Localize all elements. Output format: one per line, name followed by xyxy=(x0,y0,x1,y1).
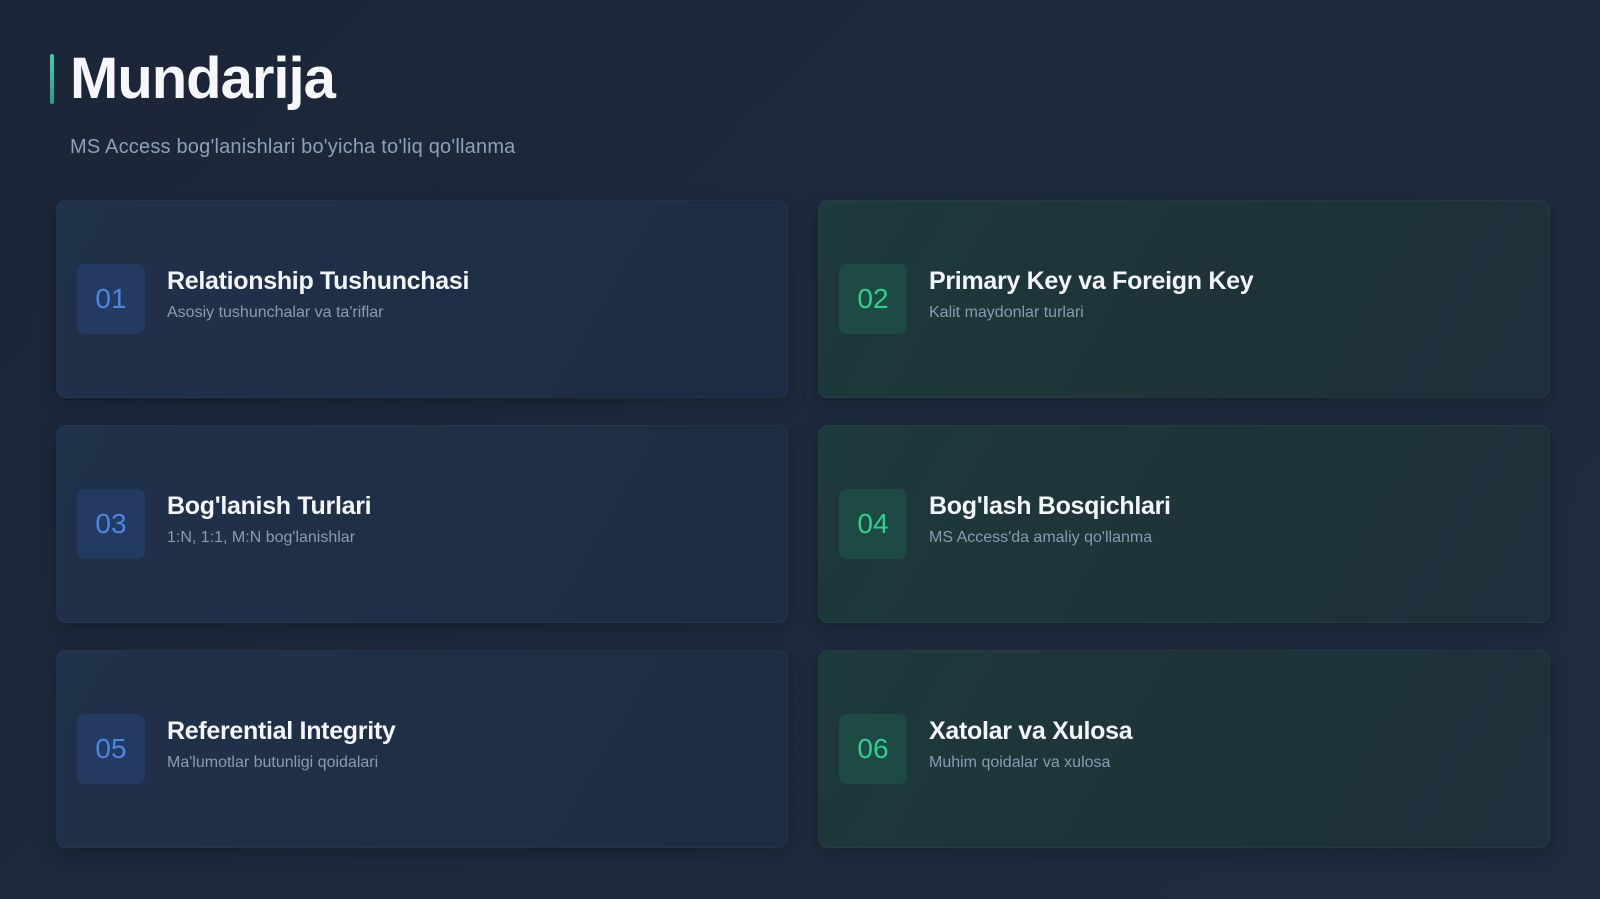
card-description: Asosiy tushunchalar va ta'riflar xyxy=(167,304,384,321)
number-badge: 03 xyxy=(77,489,145,559)
card-text: Bog'lanish Turlari 1:N, 1:1, M:N bog'lan… xyxy=(167,490,372,548)
contents-card-06[interactable]: 06 Xatolar va Xulosa Muhim qoidalar va x… xyxy=(818,650,1550,848)
card-title: Referential Integrity xyxy=(167,717,396,745)
card-title: Primary Key va Foreign Key xyxy=(929,267,1254,295)
page-title: Mundarija xyxy=(70,46,336,111)
contents-card-03[interactable]: 03 Bog'lanish Turlari 1:N, 1:1, M:N bog'… xyxy=(56,425,788,623)
number-badge: 05 xyxy=(77,714,145,784)
number-badge: 04 xyxy=(839,489,907,559)
contents-card-02[interactable]: 02 Primary Key va Foreign Key Kalit mayd… xyxy=(818,200,1550,398)
number-badge: 06 xyxy=(839,714,907,784)
contents-card-05[interactable]: 05 Referential Integrity Ma'lumotlar but… xyxy=(56,650,788,848)
card-title: Bog'lanish Turlari xyxy=(167,492,372,520)
card-description: Ma'lumotlar butunligi qoidalari xyxy=(167,754,379,771)
card-title: Bog'lash Bosqichlari xyxy=(929,492,1171,520)
contents-card-01[interactable]: 01 Relationship Tushunchasi Asosiy tushu… xyxy=(56,200,788,398)
number-badge: 02 xyxy=(839,264,907,334)
card-description: 1:N, 1:1, M:N bog'lanishlar xyxy=(167,529,356,546)
card-text: Xatolar va Xulosa Muhim qoidalar va xulo… xyxy=(929,715,1133,773)
contents-grid: 01 Relationship Tushunchasi Asosiy tushu… xyxy=(56,200,1550,848)
header: Mundarija MS Access bog'lanishlari bo'yi… xyxy=(50,44,516,159)
title-accent-bar xyxy=(50,54,54,104)
card-description: Kalit maydonlar turlari xyxy=(929,304,1084,321)
card-title: Relationship Tushunchasi xyxy=(167,267,470,295)
card-description: MS Access'da amaliy qo'llanma xyxy=(929,529,1153,546)
card-text: Referential Integrity Ma'lumotlar butunl… xyxy=(167,715,396,773)
card-description: Muhim qoidalar va xulosa xyxy=(929,754,1111,771)
card-text: Primary Key va Foreign Key Kalit maydonl… xyxy=(929,265,1254,323)
page-subtitle: MS Access bog'lanishlari bo'yicha to'liq… xyxy=(70,136,516,158)
number-badge: 01 xyxy=(77,264,145,334)
card-title: Xatolar va Xulosa xyxy=(929,717,1133,745)
card-text: Bog'lash Bosqichlari MS Access'da amaliy… xyxy=(929,490,1171,548)
card-text: Relationship Tushunchasi Asosiy tushunch… xyxy=(167,265,469,323)
title-row: Mundarija xyxy=(50,44,516,114)
contents-card-04[interactable]: 04 Bog'lash Bosqichlari MS Access'da ama… xyxy=(818,425,1550,623)
